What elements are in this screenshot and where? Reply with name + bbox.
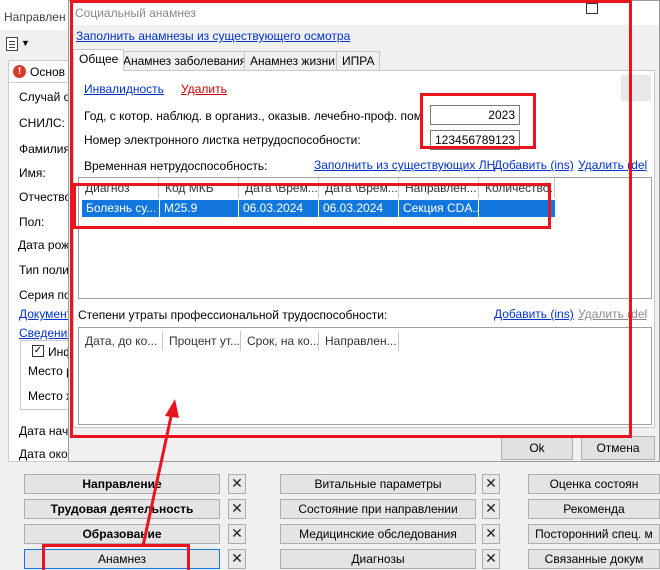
disability-link[interactable]: Инвалидность bbox=[84, 82, 164, 96]
eln-label: Номер электронного листка нетрудоспособн… bbox=[84, 133, 361, 147]
dialog-side-button[interactable] bbox=[621, 75, 651, 101]
grid-header[interactable]: Код МКБ bbox=[159, 178, 239, 198]
field-label-case: Случай о bbox=[19, 90, 71, 104]
referral-button[interactable]: Направление bbox=[24, 474, 220, 494]
year-input[interactable]: 2023 bbox=[430, 105, 520, 125]
cancel-button[interactable]: Отмена bbox=[581, 436, 655, 460]
social-anamnesis-dialog: Социальный анамнез Заполнить анамнезы из… bbox=[68, 0, 660, 462]
grid-header[interactable]: Направлен... bbox=[319, 331, 399, 351]
close-icon[interactable]: ✕ bbox=[228, 499, 246, 519]
close-icon[interactable]: ✕ bbox=[482, 474, 500, 494]
field-label-snils: СНИЛС: bbox=[19, 116, 65, 130]
close-icon[interactable]: ✕ bbox=[228, 474, 246, 494]
field-label-policy-type: Тип полис bbox=[19, 263, 75, 277]
eln-input[interactable]: 123456789123 bbox=[430, 130, 520, 150]
document-list-icon[interactable] bbox=[6, 37, 18, 51]
employment-button[interactable]: Трудовая деятельность bbox=[24, 499, 220, 519]
fill-from-ln-link[interactable]: Заполнить из существующих ЛН bbox=[314, 158, 495, 172]
linked-documents-button[interactable]: Связанные докум bbox=[528, 549, 660, 569]
grid-header[interactable]: Дата \Врем... bbox=[319, 178, 399, 198]
delete-temp-disability-link[interactable]: Удалить (del) bbox=[578, 158, 648, 172]
field-label-start-date: Дата нач bbox=[19, 424, 69, 438]
table-cell[interactable]: Болезнь су... bbox=[82, 200, 160, 217]
grid-header[interactable]: Количество... bbox=[479, 178, 555, 198]
grid-header[interactable]: Дата, до ко... bbox=[79, 331, 163, 351]
dialog-titlebar: Социальный анамнез bbox=[69, 1, 659, 25]
temp-disability-label: Временная нетрудоспособность: bbox=[84, 159, 268, 173]
medical-exams-button[interactable]: Медицинские обследования bbox=[280, 524, 476, 544]
info-link[interactable]: Сведения bbox=[19, 326, 74, 340]
tab-general[interactable]: Общее bbox=[73, 49, 125, 71]
recommendations-button[interactable]: Рекоменда bbox=[528, 499, 660, 519]
close-icon[interactable]: ✕ bbox=[228, 549, 246, 569]
close-icon[interactable]: ✕ bbox=[482, 499, 500, 519]
field-label-surname: Фамилия bbox=[19, 142, 70, 156]
field-label-sex: Пол: bbox=[19, 215, 45, 229]
delete-disability-link[interactable]: Удалить bbox=[181, 82, 227, 96]
fill-from-exam-link[interactable]: Заполнить анамнезы из существующего осмо… bbox=[76, 29, 350, 43]
table-cell[interactable]: Секция CDA... bbox=[399, 200, 479, 217]
field-label-birthplace: Место р bbox=[28, 364, 73, 378]
prof-loss-label: Степени утраты профессиональной трудоспо… bbox=[78, 308, 388, 322]
ok-button[interactable]: Ok bbox=[501, 436, 573, 460]
background-tab-label: Основ bbox=[30, 65, 66, 79]
delete-prof-loss-link[interactable]: Удалить (del) bbox=[578, 307, 648, 321]
dialog-title: Социальный анамнез bbox=[75, 6, 196, 20]
documents-link[interactable]: Документ bbox=[19, 307, 72, 321]
field-label-name: Имя: bbox=[19, 166, 46, 180]
info-checkbox[interactable]: ✓ bbox=[32, 345, 44, 357]
temp-disability-grid: Диагноз Код МКБ Дата \Врем... Дата \Врем… bbox=[78, 177, 652, 299]
tab-disease-anamnesis[interactable]: Анамнез заболевания bbox=[117, 51, 253, 71]
table-cell[interactable]: M25.9 bbox=[160, 200, 239, 217]
anamnesis-button[interactable]: Анамнез bbox=[24, 549, 220, 569]
condition-assessment-button[interactable]: Оценка состоян bbox=[528, 474, 660, 494]
table-cell[interactable]: 06.03.2024 bbox=[239, 200, 319, 217]
close-icon[interactable]: ✕ bbox=[482, 524, 500, 544]
grid-header[interactable]: Процент ут... bbox=[163, 331, 241, 351]
outside-specialist-button[interactable]: Посторонний спец. м bbox=[528, 524, 660, 544]
background-toolbar: ▼ bbox=[0, 32, 70, 56]
grid-header[interactable]: Диагноз bbox=[79, 178, 159, 198]
field-label-end-date: Дата око bbox=[19, 447, 68, 461]
grid-header[interactable]: Срок, на ко... bbox=[241, 331, 319, 351]
table-cell[interactable]: 06.03.2024 bbox=[319, 200, 399, 217]
education-button[interactable]: Образование bbox=[24, 524, 220, 544]
year-label: Год, с котор. наблюд. в организ., оказыв… bbox=[84, 109, 421, 123]
add-prof-loss-link[interactable]: Добавить (ins) bbox=[494, 307, 574, 321]
tab-ipra[interactable]: ИПРА bbox=[336, 51, 381, 71]
referral-condition-button[interactable]: Состояние при направлении bbox=[280, 499, 476, 519]
close-icon[interactable]: ✕ bbox=[482, 549, 500, 569]
background-window-title: Направлен bbox=[4, 10, 66, 24]
maximize-icon[interactable] bbox=[586, 3, 598, 14]
tab-general-body: Инвалидность Удалить Год, с котор. наблю… bbox=[73, 70, 655, 428]
chevron-down-icon[interactable]: ▼ bbox=[21, 38, 30, 48]
add-temp-disability-link[interactable]: Добавить (ins) bbox=[494, 158, 574, 172]
grid-header[interactable]: Направлен... bbox=[399, 178, 479, 198]
tab-life-anamnesis[interactable]: Анамнез жизни bbox=[244, 51, 341, 71]
table-cell[interactable] bbox=[479, 200, 556, 217]
diagnoses-button[interactable]: Диагнозы bbox=[280, 549, 476, 569]
grid-header[interactable]: Дата \Врем... bbox=[239, 178, 319, 198]
prof-loss-grid: Дата, до ко... Процент ут... Срок, на ко… bbox=[78, 327, 652, 425]
close-icon[interactable]: ✕ bbox=[228, 524, 246, 544]
field-label-patronymic: Отчество bbox=[19, 190, 72, 204]
error-icon: ! bbox=[13, 65, 26, 78]
vital-params-button[interactable]: Витальные параметры bbox=[280, 474, 476, 494]
